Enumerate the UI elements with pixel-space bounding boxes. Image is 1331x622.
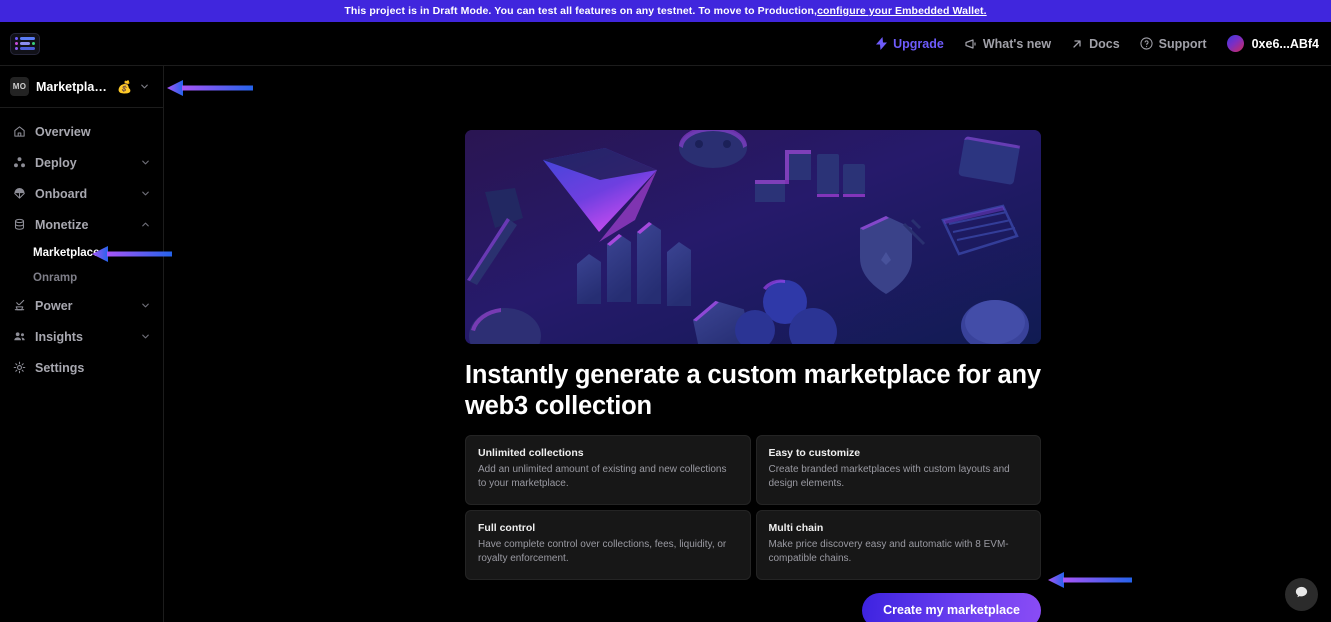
logo-dot xyxy=(32,42,35,45)
feature-card: Full control Have complete control over … xyxy=(465,510,751,580)
nav-whats-new-label: What's new xyxy=(983,37,1051,51)
feature-card: Multi chain Make price discovery easy an… xyxy=(756,510,1042,580)
chevron-down-icon xyxy=(140,300,151,311)
sidebar-subitem-onramp-label: Onramp xyxy=(33,272,77,284)
project-name: Marketplace... xyxy=(36,80,110,94)
marketplace-promo: Instantly generate a custom marketplace … xyxy=(465,130,1041,622)
feature-cards: Unlimited collections Add an unlimited a… xyxy=(465,435,1041,580)
chevron-down-icon xyxy=(139,81,150,92)
project-selector[interactable]: MO Marketplace... 💰 xyxy=(0,66,163,108)
users-icon xyxy=(12,330,26,344)
top-header: Upgrade What's new Docs Support 0xe6...A… xyxy=(0,22,1331,66)
sidebar-item-monetize[interactable]: Monetize xyxy=(0,209,163,240)
feature-card: Easy to customize Create branded marketp… xyxy=(756,435,1042,505)
cta-row: Create my marketplace xyxy=(465,593,1041,622)
nav-upgrade-label: Upgrade xyxy=(893,37,944,51)
sidebar-item-monetize-label: Monetize xyxy=(35,218,131,232)
project-emoji: 💰 xyxy=(117,80,132,94)
logo-bar xyxy=(20,37,35,40)
draft-mode-banner: This project is in Draft Mode. You can t… xyxy=(0,0,1331,22)
logo-bar xyxy=(20,42,30,45)
banner-text: This project is in Draft Mode. You can t… xyxy=(344,5,817,17)
rocket-icon xyxy=(12,299,26,313)
feature-card-title: Easy to customize xyxy=(769,447,1029,459)
gear-icon xyxy=(12,361,26,375)
chevron-down-icon xyxy=(140,331,151,342)
nav-whats-new[interactable]: What's new xyxy=(964,37,1051,51)
sidebar-nav: Overview Deploy Onboard xyxy=(0,108,163,383)
nav-support[interactable]: Support xyxy=(1140,37,1207,51)
nav-docs[interactable]: Docs xyxy=(1071,37,1120,51)
main-content: Instantly generate a custom marketplace … xyxy=(164,66,1331,622)
nav-docs-label: Docs xyxy=(1089,37,1120,51)
feature-card-title: Unlimited collections xyxy=(478,447,738,459)
chat-bubble-icon xyxy=(1294,585,1309,605)
logo-dot xyxy=(15,42,18,45)
sidebar-item-settings[interactable]: Settings xyxy=(0,352,163,383)
parachute-icon xyxy=(12,187,26,201)
page-body: MO Marketplace... 💰 Overview Deploy xyxy=(0,66,1331,622)
logo-bar xyxy=(20,47,35,50)
lightning-icon xyxy=(876,37,887,50)
sidebar-item-deploy-label: Deploy xyxy=(35,156,131,170)
wallet-button[interactable]: 0xe6...ABf4 xyxy=(1227,35,1319,52)
sidebar: MO Marketplace... 💰 Overview Deploy xyxy=(0,66,164,622)
sidebar-item-deploy[interactable]: Deploy xyxy=(0,147,163,178)
chevron-up-icon xyxy=(140,219,151,230)
home-icon xyxy=(12,125,26,139)
sidebar-subitem-onramp[interactable]: Onramp xyxy=(0,265,163,290)
feature-card-desc: Create branded marketplaces with custom … xyxy=(769,463,1029,492)
feature-card-title: Multi chain xyxy=(769,522,1029,534)
sidebar-item-overview-label: Overview xyxy=(35,125,151,139)
feature-card-desc: Make price discovery easy and automatic … xyxy=(769,538,1029,567)
logo-dot xyxy=(15,37,18,40)
chat-widget-button[interactable] xyxy=(1285,578,1318,611)
sidebar-item-insights-label: Insights xyxy=(35,330,131,344)
sidebar-item-onboard-label: Onboard xyxy=(35,187,131,201)
question-circle-icon xyxy=(1140,37,1153,50)
hero-illustration-svg xyxy=(465,130,1041,344)
sidebar-subitem-marketplace-label: Marketplace xyxy=(33,247,99,259)
wallet-address: 0xe6...ABf4 xyxy=(1252,37,1319,51)
database-icon xyxy=(12,218,26,232)
header-nav: Upgrade What's new Docs Support 0xe6...A… xyxy=(876,35,1323,52)
page-title: Instantly generate a custom marketplace … xyxy=(465,360,1041,422)
sidebar-subitem-marketplace[interactable]: Marketplace xyxy=(0,240,163,265)
feature-card-desc: Have complete control over collections, … xyxy=(478,538,738,567)
thirdweb-logo[interactable] xyxy=(10,33,40,55)
sidebar-item-settings-label: Settings xyxy=(35,361,151,375)
hero-illustration xyxy=(465,130,1041,344)
logo-dot xyxy=(15,47,18,50)
avatar xyxy=(1227,35,1244,52)
arrow-up-right-icon xyxy=(1071,38,1083,50)
chevron-down-icon xyxy=(140,157,151,168)
nav-upgrade[interactable]: Upgrade xyxy=(876,37,944,51)
sidebar-item-insights[interactable]: Insights xyxy=(0,321,163,352)
feature-card-title: Full control xyxy=(478,522,738,534)
sidebar-item-power[interactable]: Power xyxy=(0,290,163,321)
nodes-icon xyxy=(12,156,26,170)
feature-card: Unlimited collections Add an unlimited a… xyxy=(465,435,751,505)
sidebar-item-onboard[interactable]: Onboard xyxy=(0,178,163,209)
project-badge: MO xyxy=(10,77,29,96)
configure-embedded-wallet-link[interactable]: configure your Embedded Wallet. xyxy=(817,5,987,17)
chevron-down-icon xyxy=(140,188,151,199)
feature-card-desc: Add an unlimited amount of existing and … xyxy=(478,463,738,492)
sidebar-item-overview[interactable]: Overview xyxy=(0,116,163,147)
nav-support-label: Support xyxy=(1159,37,1207,51)
sidebar-item-power-label: Power xyxy=(35,299,131,313)
megaphone-icon xyxy=(964,38,977,50)
create-my-marketplace-button[interactable]: Create my marketplace xyxy=(862,593,1041,622)
